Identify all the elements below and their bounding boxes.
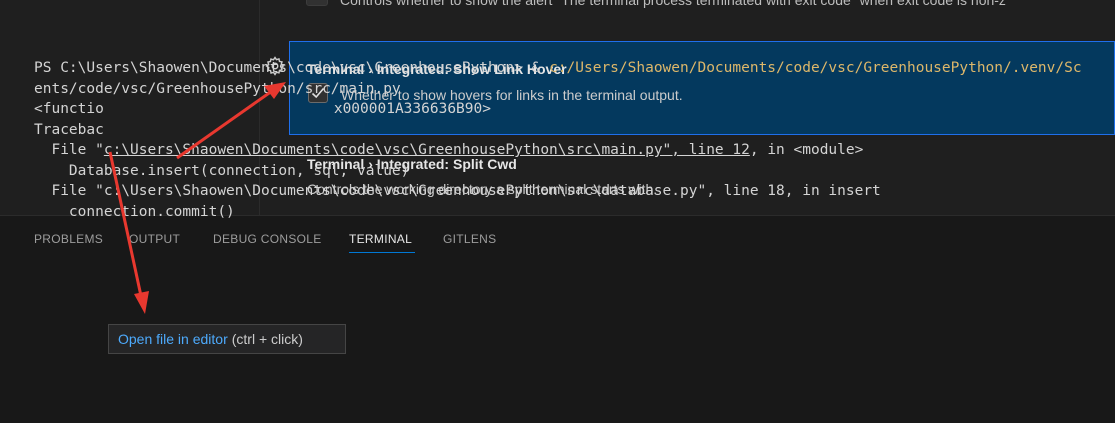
arrow-to-tooltip	[108, 151, 149, 314]
arrow-to-gear	[176, 82, 286, 160]
annotation-arrows	[108, 82, 286, 314]
